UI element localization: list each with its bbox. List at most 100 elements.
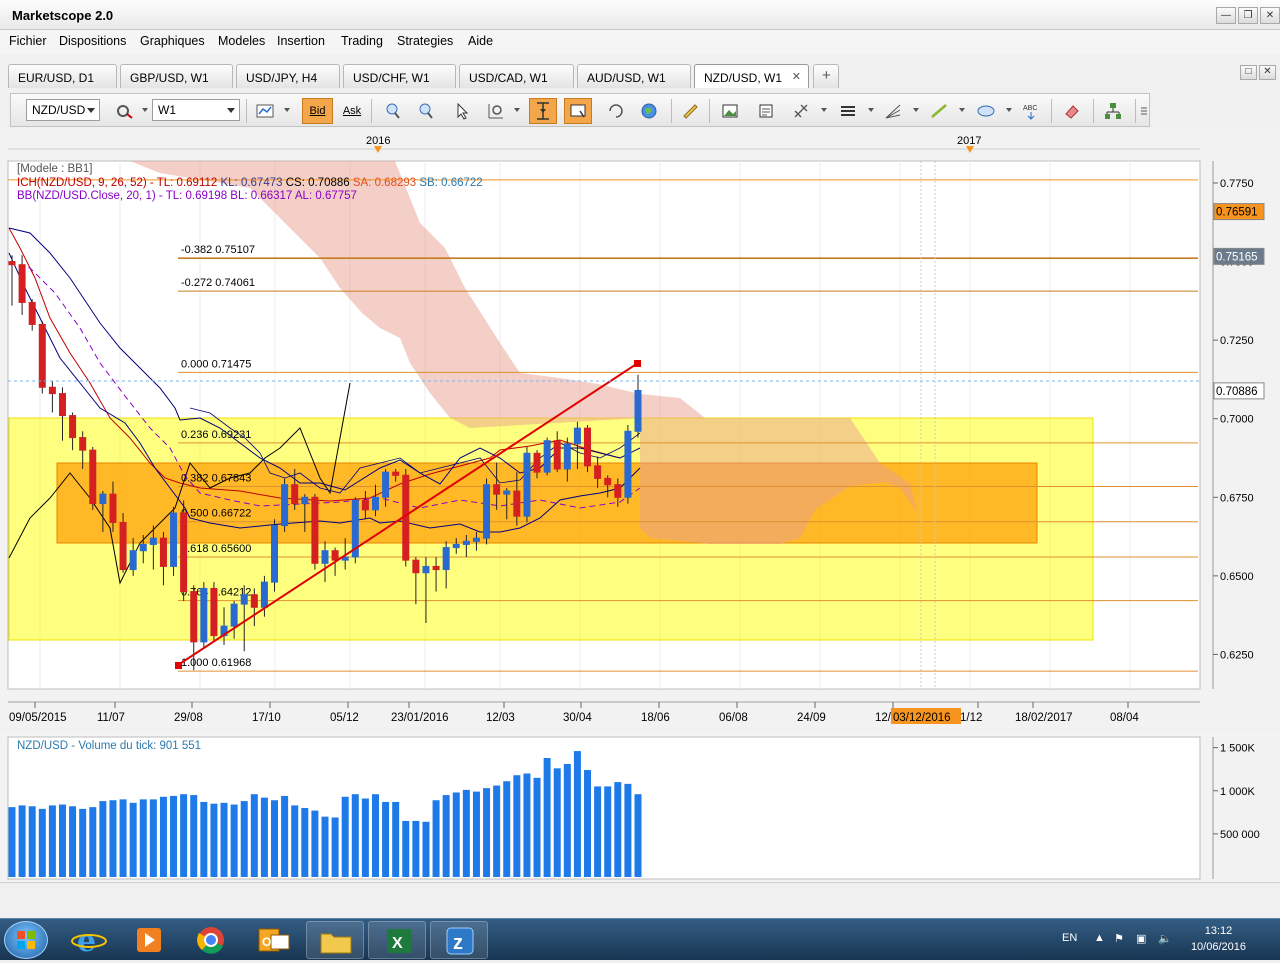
marketscope-icon[interactable]: z [430,921,488,959]
volume-chart[interactable]: NZD/USD - Volume du tick: 901 551 1 500K… [0,730,1280,882]
candle-body [170,512,178,567]
ellipse-icon[interactable] [972,98,1000,124]
volume-bar [402,820,410,877]
tab-audusd-w1[interactable]: AUD/USD, W1 [577,64,691,88]
fib-handle-end[interactable] [634,360,641,367]
text-label-icon[interactable]: ABC [1017,98,1045,124]
candle-body [200,587,208,643]
internet-explorer-icon[interactable]: e [60,921,118,959]
volume-icon[interactable]: 🔈 [1158,932,1172,945]
org-chart-icon[interactable] [1099,98,1127,124]
volume-bar [392,801,400,877]
drawing-tools-icon[interactable] [787,98,815,124]
media-player-icon[interactable] [120,921,178,959]
date-tick-label: 12/03 [486,712,515,724]
menu-dispositions[interactable]: Dispositions [59,34,126,48]
start-button[interactable] [4,921,48,959]
zoom-out-icon[interactable] [412,98,440,124]
menu-graphiques[interactable]: Graphiques [140,34,205,48]
minimize-button[interactable]: — [1216,7,1236,24]
toolbar-overflow-icon[interactable] [1138,98,1150,124]
price-chart[interactable]: 2016 2017 -0.382 0.75107 -0.272 0.74061 0.… [0,128,1280,728]
image-icon[interactable] [716,98,744,124]
candle-body [139,543,147,552]
legend-bb-al: AL: 0.67757 [294,190,357,202]
volume-title: NZD/USD - Volume du tick: 901 551 [17,740,201,752]
crosshair-icon[interactable] [529,98,557,124]
bid-button[interactable]: Bid [302,98,333,124]
candle-body [442,547,450,571]
refresh-icon[interactable] [602,98,630,124]
candle-body [483,484,491,539]
chart-close-button[interactable]: ✕ [1259,65,1276,80]
candle-body [301,496,309,505]
tab-nzdusd-w1[interactable]: NZD/USD, W1 ✕ [694,64,809,88]
show-hidden-icon[interactable]: ▲ [1094,932,1105,944]
tab-usdcad-w1[interactable]: USD/CAD, W1 [459,64,574,88]
volume-tick-label: 1 000K [1220,786,1256,798]
chart-minimize-button[interactable]: □ [1240,65,1257,80]
tray-icons[interactable]: ▲ ⚑ ▣ 🔈 [1092,932,1182,948]
menu-insertion[interactable]: Insertion [277,34,325,48]
tab-usdjpy-h4[interactable]: USD/JPY, H4 [236,64,340,88]
tab-gbpusd-w1[interactable]: GBP/USD, W1 [120,64,233,88]
title-bar: Marketscope 2.0 — ❐ ✕ [0,0,1280,30]
legend-ich-label: ICH(NZD/USD, 9, 26, 52) - [17,177,154,189]
candle-body [604,477,612,486]
volume-bar [8,807,16,877]
chart-type-icon[interactable] [251,98,279,124]
volume-bar [79,808,87,877]
candle-body [422,565,430,574]
tab-close-icon[interactable]: ✕ [792,70,801,83]
excel-icon[interactable]: X [368,921,426,959]
legend-model: [Modele : BB1] [17,163,93,175]
network-icon[interactable]: ▣ [1136,932,1146,945]
chrome-icon[interactable] [182,921,240,959]
globe-icon[interactable] [635,98,663,124]
menu-modeles[interactable]: Modeles [218,34,265,48]
trendline-icon[interactable] [925,98,953,124]
close-button[interactable]: ✕ [1260,7,1280,24]
fib-level-label: 0.000 0.71475 [181,358,251,370]
zoom-area-icon[interactable] [482,98,510,124]
timeframe-select[interactable]: W1 [152,99,240,121]
candle-body [614,484,622,498]
ask-button[interactable]: Ask [338,98,366,124]
menu-aide[interactable]: Aide [468,34,493,48]
candle-body [18,264,26,303]
zoom-in-icon[interactable] [379,98,407,124]
volume-bar [230,804,238,877]
add-tab-button[interactable]: + [813,64,839,88]
maximize-button[interactable]: ❐ [1238,7,1258,24]
status-bar [0,882,1280,918]
outlook-icon[interactable]: O [245,921,303,959]
instrument-tools-icon[interactable] [111,98,139,124]
print-icon[interactable] [752,98,780,124]
date-tick-label: 18/06 [641,712,670,724]
eraser-icon[interactable] [1058,98,1086,124]
cursor-icon[interactable] [448,98,476,124]
tab-usdchf-w1[interactable]: USD/CHF, W1 [343,64,456,88]
fib-handle-start[interactable] [175,662,182,669]
data-window-icon[interactable] [564,98,592,124]
menu-strategies[interactable]: Strategies [397,34,453,48]
candle-body [462,540,470,545]
bid-label: Bid [309,105,326,117]
lines-icon[interactable] [834,98,862,124]
system-clock[interactable]: 13:12 10/06/2016 [1191,923,1246,955]
file-explorer-icon[interactable] [306,921,364,959]
candle-body [493,484,501,495]
menu-trading[interactable]: Trading [341,34,383,48]
volume-bar [533,777,541,877]
volume-bar [301,808,309,877]
legend-bollinger: BB(NZD/USD.Close, 20, 1) - TL: 0.69198 B… [17,190,357,202]
ruler-icon[interactable] [676,98,704,124]
flag-icon[interactable]: ⚑ [1114,932,1124,945]
fan-icon[interactable] [879,98,907,124]
menu-fichier[interactable]: Fichier [9,34,47,48]
volume-bar [28,806,36,877]
tab-eurusd-d1[interactable]: EUR/USD, D1 [8,64,117,88]
symbol-select[interactable]: NZD/USD [26,99,100,121]
language-indicator[interactable]: EN [1062,932,1077,944]
candle-body [472,537,480,542]
